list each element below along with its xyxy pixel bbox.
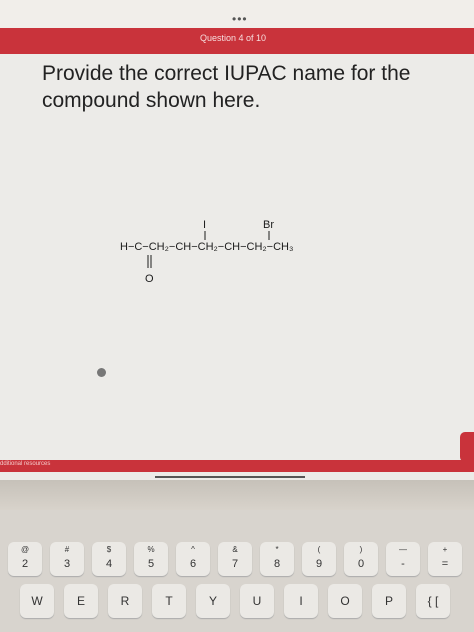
key-t[interactable]: T (152, 584, 186, 618)
substituent-bromine: Br (263, 219, 274, 231)
structural-formula: I Br H−C−CH₂−CH−CH₂−CH−CH₂−CH₃ O (120, 219, 293, 285)
substituent-iodine: I (203, 219, 206, 231)
key-o[interactable]: O (328, 584, 362, 618)
main-chain: H−C−CH₂−CH−CH₂−CH−CH₂−CH₃ (120, 241, 293, 253)
question-counter: Question 4 of 10 (200, 33, 267, 43)
key-r[interactable]: R (108, 584, 142, 618)
key-u[interactable]: U (240, 584, 274, 618)
browser-screen: ••• Question 4 of 10 Provide the correct… (0, 0, 474, 480)
key-8[interactable]: * 8 (260, 542, 294, 576)
key-w[interactable]: W (20, 584, 54, 618)
key-6[interactable]: ^ 6 (176, 542, 210, 576)
key-i[interactable]: I (284, 584, 318, 618)
additional-resources-link[interactable]: dditional resources (0, 461, 50, 467)
question-prompt: Provide the correct IUPAC name for the c… (42, 62, 411, 112)
top-bar: ••• (0, 0, 474, 28)
key-y[interactable]: Y (196, 584, 230, 618)
cursor-dot-icon (97, 368, 106, 377)
key-2[interactable]: @2 (8, 542, 42, 576)
key-9[interactable]: (9 (302, 542, 336, 576)
key-minus[interactable]: — - (386, 542, 420, 576)
scroll-indicator (155, 476, 305, 478)
laptop-bezel (0, 480, 474, 510)
carbonyl-oxygen: O (145, 273, 154, 285)
key-left-bracket[interactable]: { [ (416, 584, 450, 618)
key-0[interactable]: ) 0 (344, 542, 378, 576)
key-4[interactable]: $4 (92, 542, 126, 576)
footer-bar (0, 460, 474, 472)
keyboard: @2 #3 $4 % 5 ^ 6 & 7 * 8 (9 ) 0 — - + = W E R T… (0, 510, 474, 632)
key-e[interactable]: E (64, 584, 98, 618)
key-5[interactable]: % 5 (134, 542, 168, 576)
key-p[interactable]: P (372, 584, 406, 618)
key-7[interactable]: & 7 (218, 542, 252, 576)
more-options-icon[interactable]: ••• (232, 12, 248, 26)
key-3[interactable]: #3 (50, 542, 84, 576)
side-panel-tab[interactable] (460, 432, 474, 462)
key-equals[interactable]: + = (428, 542, 462, 576)
